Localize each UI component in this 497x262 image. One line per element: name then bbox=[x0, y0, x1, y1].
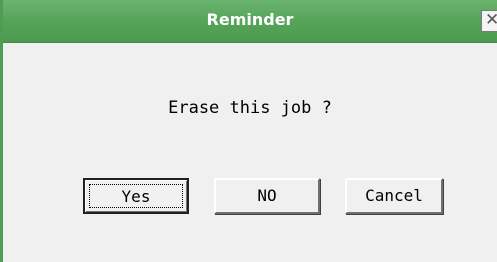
yes-button[interactable]: Yes bbox=[83, 178, 189, 214]
yes-button-label: Yes bbox=[89, 184, 183, 208]
title-bar[interactable]: Reminder ✕ bbox=[3, 0, 497, 43]
close-icon: ✕ bbox=[485, 11, 497, 30]
cancel-button[interactable]: Cancel bbox=[345, 178, 443, 214]
reminder-dialog: Reminder ✕ Erase this job ? Yes NO Cance… bbox=[0, 0, 497, 262]
no-button[interactable]: NO bbox=[214, 178, 320, 214]
close-button[interactable]: ✕ bbox=[481, 10, 497, 32]
confirmation-message: Erase this job ? bbox=[168, 98, 332, 118]
dialog-title: Reminder bbox=[206, 10, 294, 29]
